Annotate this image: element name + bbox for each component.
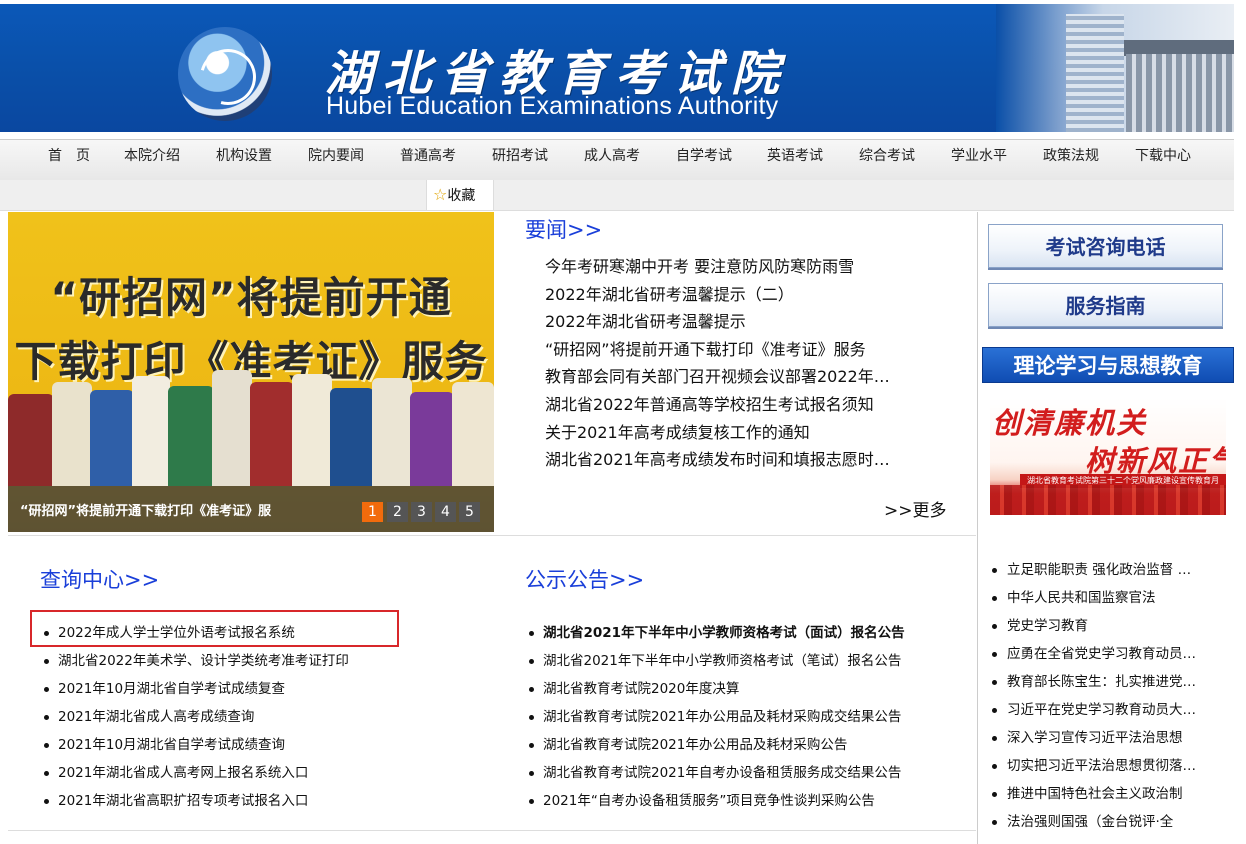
divider [8, 535, 976, 536]
nav-organization[interactable]: 机构设置 [216, 140, 272, 180]
slide-page-5[interactable]: 5 [459, 502, 480, 522]
slide-headline-1: “研招网”将提前开通 [50, 273, 452, 322]
query-item[interactable]: 2021年湖北省高职扩招专项考试报名入口 [40, 787, 410, 815]
hbea-logo[interactable] [178, 27, 272, 121]
slide-caption[interactable]: “研招网”将提前开通下载打印《准考证》服 [20, 500, 271, 519]
nav-graduate[interactable]: 研招考试 [492, 140, 548, 180]
news-item[interactable]: 2022年湖北省研考温馨提示（二） [545, 281, 945, 309]
theory-item[interactable]: 深入学习宣传习近平法治思想 [990, 724, 1220, 752]
nav-news[interactable]: 院内要闻 [308, 140, 364, 180]
theory-item[interactable]: 习近平在党史学习教育动员大… [990, 696, 1220, 724]
query-item[interactable]: 2021年湖北省成人高考网上报名系统入口 [40, 759, 410, 787]
news-item[interactable]: 2022年湖北省研考温馨提示 [545, 308, 945, 336]
query-item[interactable]: 2021年10月湖北省自学考试成绩复查 [40, 675, 410, 703]
theory-item[interactable]: 切实把习近平法治思想贯彻落… [990, 752, 1220, 780]
nav-self-study[interactable]: 自学考试 [676, 140, 732, 180]
notice-item[interactable]: 湖北省教育考试院2021年办公用品及耗材采购成交结果公告 [525, 703, 965, 731]
nav-about[interactable]: 本院介绍 [124, 140, 180, 180]
news-more-link[interactable]: >>更多 [884, 496, 947, 521]
news-item[interactable]: “研招网”将提前开通下载打印《准考证》服务 [545, 336, 945, 364]
news-title[interactable]: 要闻>> [525, 214, 602, 244]
slide-page-1[interactable]: 1 [362, 502, 383, 522]
query-center-title[interactable]: 查询中心>> [40, 564, 159, 594]
nav-gaokao[interactable]: 普通高考 [400, 140, 456, 180]
logo-mark-icon [189, 38, 267, 116]
service-guide-button[interactable]: 服务指南 [988, 283, 1223, 327]
divider [977, 212, 978, 844]
theory-item[interactable]: 中华人民共和国监察官法 [990, 584, 1220, 612]
slide-page-2[interactable]: 2 [387, 502, 408, 522]
slideshow[interactable]: “研招网”将提前开通 下载打印《准考证》服务 “研招网”将提前开通下载打印《准考… [8, 212, 494, 532]
notice-item[interactable]: 湖北省教育考试院2021年办公用品及耗材采购公告 [525, 731, 965, 759]
notice-item[interactable]: 湖北省2021年下半年中小学教师资格考试（面试）报名公告 [525, 619, 965, 647]
news-item[interactable]: 今年考研寒潮中开考 要注意防风防寒防雨雪 [545, 253, 945, 281]
theory-list: 立足职能职责 强化政治监督 … 中华人民共和国监察官法 党史学习教育 应勇在全省… [990, 556, 1220, 836]
slide-page-4[interactable]: 4 [435, 502, 456, 522]
notice-item[interactable]: 湖北省教育考试院2021年自考办设备租赁服务成交结果公告 [525, 759, 965, 787]
nav-home[interactable]: 首 页 [48, 140, 90, 180]
news-list: 今年考研寒潮中开考 要注意防风防寒防雨雪 2022年湖北省研考温馨提示（二） 2… [545, 253, 945, 474]
slide-page-3[interactable]: 3 [411, 502, 432, 522]
query-item[interactable]: 2021年10月湖北省自学考试成绩查询 [40, 731, 410, 759]
theory-item[interactable]: 党史学习教育 [990, 612, 1220, 640]
star-icon: ☆ [433, 185, 448, 204]
books-illustration [8, 366, 494, 486]
nav-english[interactable]: 英语考试 [767, 140, 823, 180]
notices-title[interactable]: 公示公告>> [525, 564, 644, 594]
nav-adult[interactable]: 成人高考 [584, 140, 640, 180]
theory-item[interactable]: 教育部长陈宝生：扎实推进党… [990, 668, 1220, 696]
query-item[interactable]: 2021年湖北省成人高考成绩查询 [40, 703, 410, 731]
favorite-label: 收藏 [447, 188, 476, 204]
nav-comprehensive[interactable]: 综合考试 [859, 140, 915, 180]
notice-item[interactable]: 湖北省教育考试院2020年度决算 [525, 675, 965, 703]
site-title-en: Hubei Education Examinations Authority [326, 92, 779, 120]
banner-line-1: 创清廉机关 [992, 406, 1148, 440]
banner-skyline [990, 485, 1226, 515]
notice-item[interactable]: 湖北省2021年下半年中小学教师资格考试（笔试）报名公告 [525, 647, 965, 675]
news-item[interactable]: 关于2021年高考成绩复核工作的通知 [545, 419, 945, 447]
news-item[interactable]: 教育部会同有关部门召开视频会议部署2022年… [545, 363, 945, 391]
theory-item[interactable]: 法治强则国强（金台锐评·全 [990, 808, 1220, 836]
theory-study-bar[interactable]: 理论学习与思想教育 [982, 347, 1234, 383]
sub-nav-bar [0, 180, 1234, 211]
notice-item[interactable]: 2021年“自考办设备租赁服务”项目竞争性谈判采购公告 [525, 787, 965, 815]
nav-academic[interactable]: 学业水平 [951, 140, 1007, 180]
notices-list: 湖北省2021年下半年中小学教师资格考试（面试）报名公告 湖北省2021年下半年… [525, 619, 965, 815]
theory-item[interactable]: 立足职能职责 强化政治监督 … [990, 556, 1220, 584]
query-item[interactable]: 湖北省2022年美术学、设计学类统考准考证打印 [40, 647, 410, 675]
nav-policy[interactable]: 政策法规 [1043, 140, 1099, 180]
theory-item[interactable]: 推进中国特色社会主义政治制 [990, 780, 1220, 808]
theory-item[interactable]: 应勇在全省党史学习教育动员… [990, 640, 1220, 668]
integrity-banner[interactable]: 创清廉机关 树新风正气 湖北省教育考试院第三十二个党风廉政建设宣传教育月 [990, 398, 1226, 515]
exam-hotline-button[interactable]: 考试咨询电话 [988, 224, 1223, 268]
main-nav: 首 页 本院介绍 机构设置 院内要闻 普通高考 研招考试 成人高考 自学考试 英… [0, 139, 1234, 181]
query-list: 2022年成人学士学位外语考试报名系统 湖北省2022年美术学、设计学类统考准考… [40, 619, 410, 815]
divider [8, 830, 976, 831]
building-photo [996, 4, 1234, 132]
favorite-button[interactable]: ☆收藏 [426, 180, 494, 210]
query-item[interactable]: 2022年成人学士学位外语考试报名系统 [40, 619, 410, 647]
news-item[interactable]: 湖北省2022年普通高等学校招生考试报名须知 [545, 391, 945, 419]
news-item[interactable]: 湖北省2021年高考成绩发布时间和填报志愿时… [545, 446, 945, 474]
header-banner: 湖北省教育考试院 Hubei Education Examinations Au… [0, 4, 1234, 132]
nav-download[interactable]: 下载中心 [1135, 140, 1191, 180]
